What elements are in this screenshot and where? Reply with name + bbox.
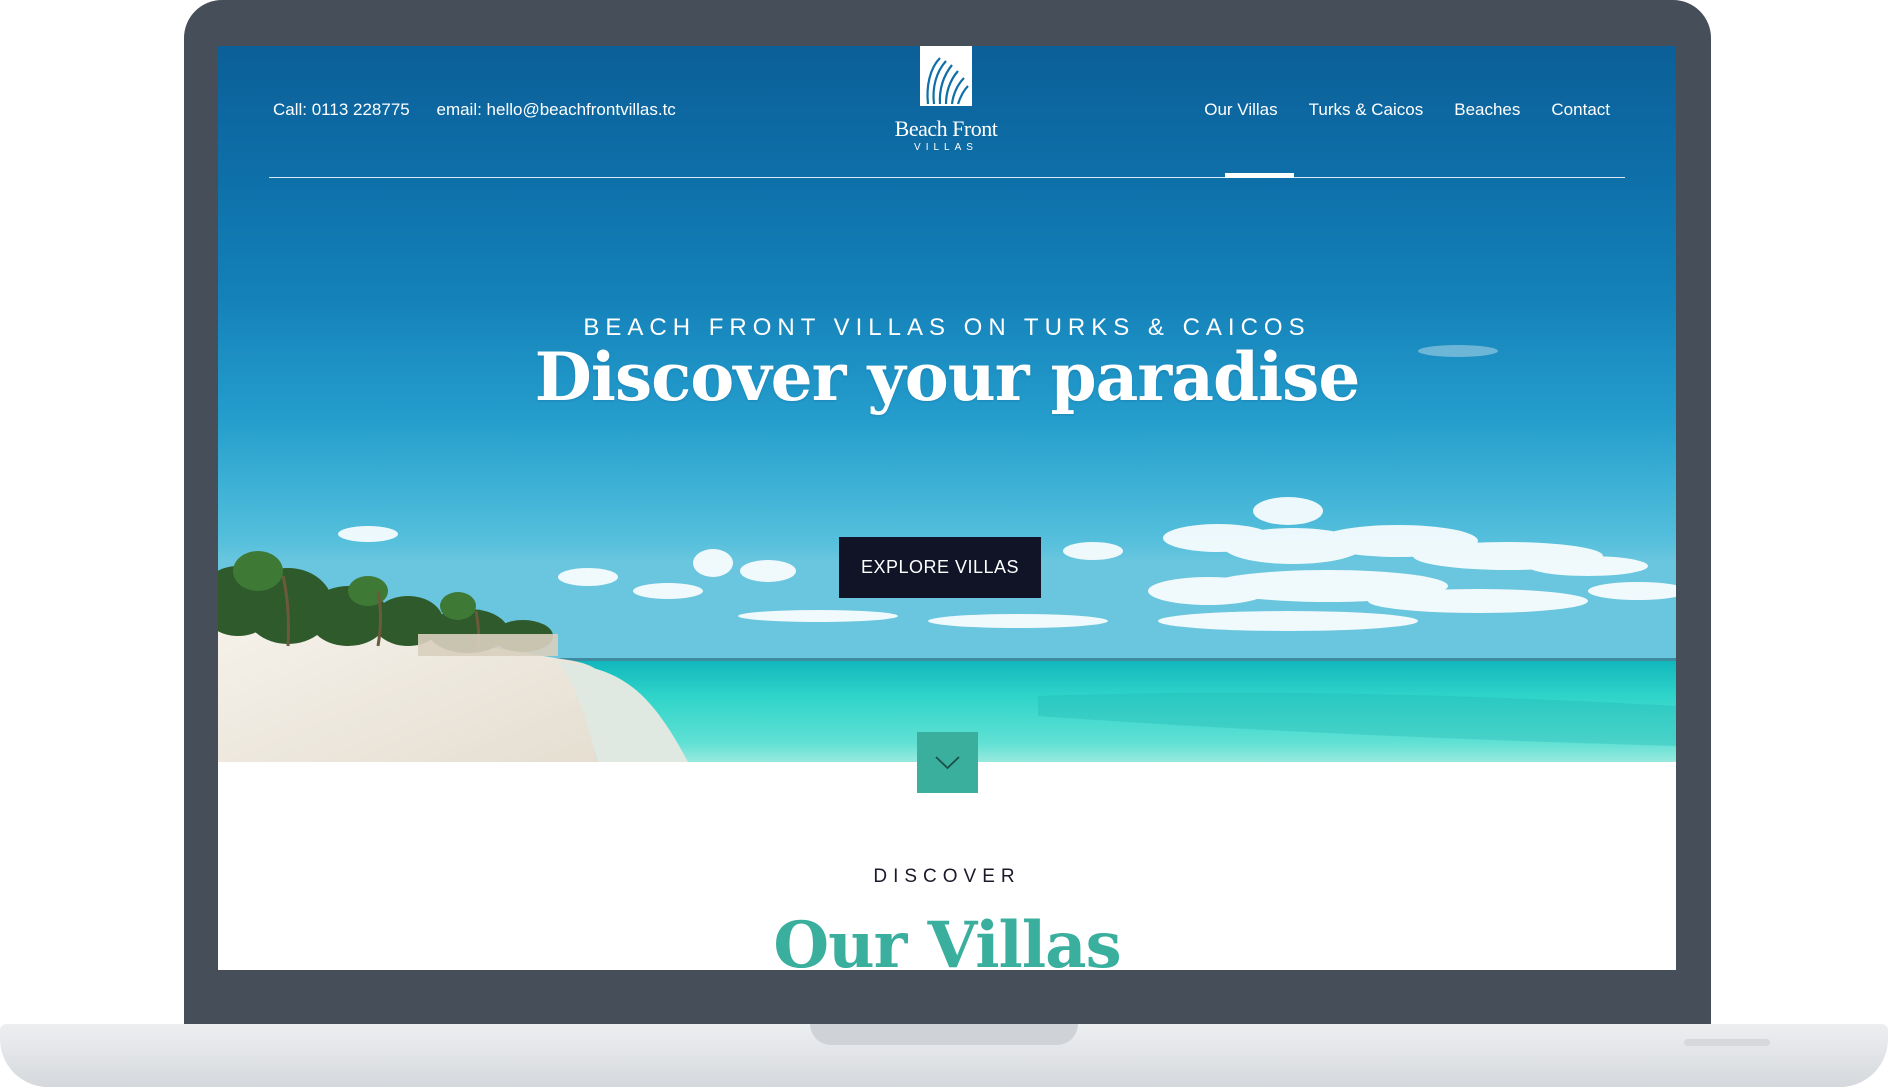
header-divider [269, 177, 1625, 178]
nav-active-indicator [1225, 173, 1294, 178]
explore-villas-button[interactable]: EXPLORE VILLAS [839, 537, 1041, 598]
hero-section: Call: 0113 228775 email: hello@beachfron… [218, 46, 1676, 762]
contact-info: Call: 0113 228775 email: hello@beachfron… [273, 100, 698, 120]
nav-item-contact[interactable]: Contact [1551, 100, 1610, 120]
nav-item-beaches[interactable]: Beaches [1454, 100, 1520, 120]
nav-item-turks-caicos[interactable]: Turks & Caicos [1309, 100, 1424, 120]
section-eyebrow: DISCOVER [873, 866, 1021, 887]
scroll-down-button[interactable] [917, 732, 978, 793]
main-nav: Our Villas Turks & Caicos Beaches Contac… [1173, 100, 1610, 120]
chevron-down-icon [935, 756, 960, 770]
logo-name: Beach Front [894, 116, 998, 141]
laptop-base-led [1684, 1039, 1770, 1046]
laptop-mockup: Call: 0113 228775 email: hello@beachfron… [0, 0, 1888, 1087]
logo-subtitle: VILLAS [914, 142, 978, 153]
shell-icon [920, 46, 972, 106]
site-logo[interactable]: Beach Front VILLAS [888, 46, 1004, 156]
phone-link[interactable]: Call: 0113 228775 [273, 100, 410, 119]
laptop-base-notch [810, 1024, 1078, 1045]
laptop-screen: Call: 0113 228775 email: hello@beachfron… [218, 46, 1676, 970]
nav-item-our-villas[interactable]: Our Villas [1204, 100, 1277, 120]
email-link[interactable]: email: hello@beachfrontvillas.tc [436, 100, 675, 119]
section-title: Our Villas [773, 908, 1121, 970]
hero-headline: Discover your paradise [534, 338, 1361, 416]
